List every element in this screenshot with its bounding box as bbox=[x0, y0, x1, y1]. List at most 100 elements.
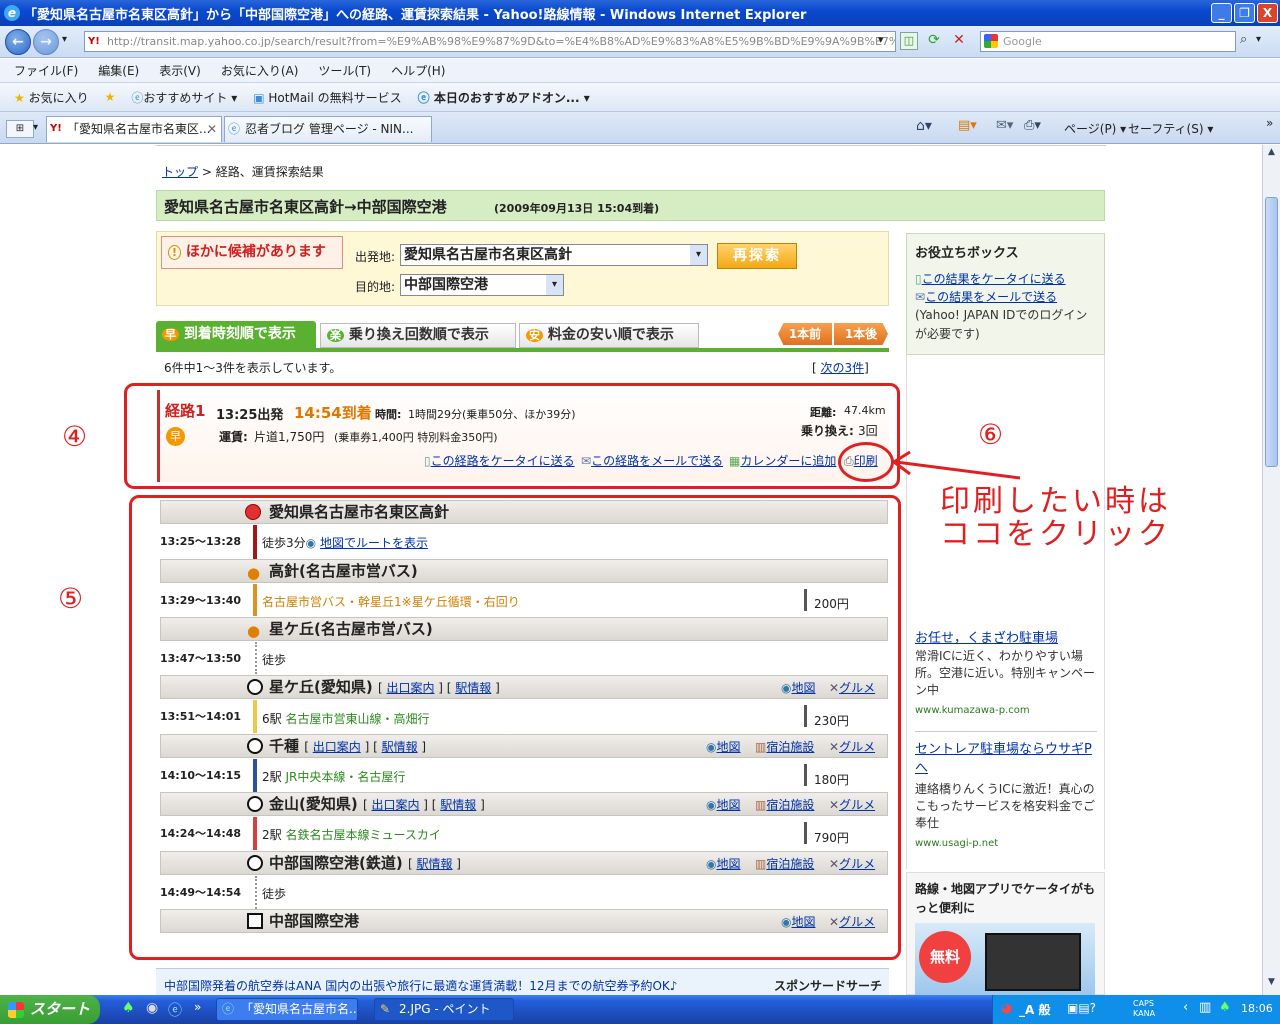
page-menu[interactable]: ページ(P) ▾ bbox=[1064, 120, 1126, 137]
back-icon[interactable]: ← bbox=[5, 29, 31, 55]
lightbulb-icon: ! bbox=[168, 245, 182, 260]
ad1-url[interactable]: www.kumazawa-p.com bbox=[915, 705, 1030, 716]
stop-icon[interactable]: ✕ bbox=[950, 32, 968, 50]
yahoo-favicon-icon: Y! bbox=[88, 36, 100, 47]
research-button[interactable]: 再探索 bbox=[717, 243, 797, 269]
easy-icon: 楽 bbox=[327, 329, 344, 342]
home-icon[interactable]: ⌂▾ bbox=[916, 118, 932, 134]
top-divider bbox=[156, 145, 1106, 149]
tray-app-icon[interactable]: ♠ bbox=[1219, 1000, 1231, 1015]
url-dropdown-icon[interactable]: ▾ bbox=[878, 33, 884, 46]
menu-favorites[interactable]: お気に入り(A) bbox=[221, 62, 299, 79]
tray-expand-icon[interactable]: ‹ bbox=[1183, 1000, 1188, 1015]
cheap-icon: 安 bbox=[526, 329, 543, 342]
mail-icon[interactable]: ✉▾ bbox=[996, 118, 1013, 133]
search-input[interactable]: Google bbox=[980, 31, 1236, 52]
fav-addons[interactable]: ⓔ 本日のおすすめアドオン... ▾ bbox=[418, 89, 590, 106]
quick-tabs-icon[interactable]: ⊞ bbox=[6, 120, 34, 138]
tab-bar: ⊞ ▾ Y! 「愛知県名古屋市名東区... ✕ ⓔ 忍者ブログ 管理ページ - … bbox=[0, 112, 1280, 144]
tab-close-icon[interactable]: ✕ bbox=[207, 117, 217, 141]
ad2-title[interactable]: セントレア駐車場ならウサギPへ bbox=[915, 740, 1103, 778]
tray-security-icon[interactable]: ◕ bbox=[1001, 1001, 1012, 1016]
history-dropdown-icon[interactable]: ▾ bbox=[62, 34, 67, 45]
menu-tools[interactable]: ツール(T) bbox=[318, 62, 371, 79]
to-label: 目的地: bbox=[355, 280, 396, 294]
search-options-icon[interactable]: ▾ bbox=[1256, 34, 1261, 45]
search-icon[interactable]: ⌕ bbox=[1240, 32, 1247, 47]
sidebar-useful-box: お役立ちボックス ▯この結果をケータイに送る ✉この結果をメールで送る (Yah… bbox=[906, 233, 1105, 355]
start-button[interactable]: スタート bbox=[0, 995, 100, 1024]
sidebar-send-mail[interactable]: ✉この結果をメールで送る bbox=[915, 288, 1057, 305]
to-select[interactable]: 中部国際空港 ▾ bbox=[400, 274, 564, 296]
breadcrumb: トップ > 経路、運賃探索結果 bbox=[162, 165, 324, 179]
search-placeholder: Google bbox=[1003, 35, 1042, 48]
refresh-icon[interactable]: ⟳ bbox=[925, 32, 943, 50]
toolbar-overflow-icon[interactable]: » bbox=[1266, 116, 1273, 130]
annotation-label-4: ④ bbox=[62, 420, 88, 453]
fav-recommended-sites[interactable]: ⓔおすすめサイト ▾ bbox=[131, 89, 237, 106]
other-candidates-notice[interactable]: ! ほかに候補があります bbox=[161, 236, 343, 269]
window-titlebar[interactable]: e 「愛知県名古屋市名東区高針」から「中部国際空港」への経路、運賃探索結果 - … bbox=[0, 0, 1280, 26]
forward-icon[interactable]: → bbox=[33, 29, 59, 55]
bottom-ad-text[interactable]: 中部国際発着の航空券はANA 国内の出張や旅行に最適な運賃満載！12月までの航空… bbox=[164, 977, 677, 994]
vertical-scrollbar[interactable]: ▲ ▼ bbox=[1262, 145, 1280, 995]
sidebar-login-note: (Yahoo! JAPAN IDでのログインが必要です) bbox=[915, 308, 1088, 341]
fav-hotmail[interactable]: ▣ HotMail の無料サービス bbox=[253, 89, 401, 106]
sidebar-send-mobile[interactable]: ▯この結果をケータイに送る bbox=[915, 270, 1066, 287]
taskbar-item-ie[interactable]: ⓔ 「愛知県名古屋市名... bbox=[216, 998, 358, 1021]
maximize-button[interactable]: ❐ bbox=[1234, 3, 1255, 23]
menu-bar: ファイル(F) 編集(E) 表示(V) お気に入り(A) ツール(T) ヘルプ(… bbox=[0, 59, 1280, 83]
add-favorite-icon[interactable]: ★ bbox=[105, 90, 116, 104]
compat-view-icon[interactable]: ◫ bbox=[900, 32, 918, 50]
app-promo-banner[interactable]: 無料 bbox=[915, 923, 1095, 996]
safety-menu[interactable]: セーフティ(S) ▾ bbox=[1128, 120, 1213, 137]
taskbar-item-paint[interactable]: ✎ 2.JPG - ペイント bbox=[374, 998, 514, 1021]
quicklaunch-ie-icon[interactable]: ⓔ bbox=[168, 1000, 182, 1020]
scroll-thumb[interactable] bbox=[1265, 197, 1278, 467]
tab-sort-arrival[interactable]: 早 到着時刻順で表示 bbox=[156, 321, 316, 348]
tab-sort-price[interactable]: 安 料金の安い順で表示 bbox=[519, 323, 699, 348]
tab-list-icon[interactable]: ▾ bbox=[33, 122, 38, 133]
quicklaunch-overflow-icon[interactable]: » bbox=[194, 1000, 201, 1014]
from-select[interactable]: 愛知県名古屋市名東区高針 ▾ bbox=[400, 244, 708, 266]
url-input[interactable]: Y! http://transit.map.yahoo.co.jp/search… bbox=[84, 31, 896, 52]
scroll-down-icon[interactable]: ▼ bbox=[1265, 977, 1278, 991]
caps-kana-indicator: CAPS KANA bbox=[1133, 999, 1156, 1018]
ad2-url[interactable]: www.usagi-p.net bbox=[915, 838, 998, 849]
ime-tools-icon[interactable]: ▣▤? bbox=[1067, 1001, 1096, 1015]
minimize-button[interactable]: _ bbox=[1211, 3, 1232, 23]
mobile-icon: ▯ bbox=[915, 272, 922, 286]
bottom-ad[interactable]: 中部国際発着の航空券はANA 国内の出張や旅行に最適な運賃満載！12月までの航空… bbox=[156, 968, 889, 995]
search-panel: ! ほかに候補があります 出発地: 愛知県名古屋市名東区高針 ▾ 再探索 目的地… bbox=[156, 231, 889, 306]
ime-indicator[interactable]: _A 般 bbox=[1019, 1001, 1050, 1018]
menu-file[interactable]: ファイル(F) bbox=[14, 62, 78, 79]
tray-network-icon[interactable]: ▥ bbox=[1199, 1000, 1211, 1015]
close-button[interactable]: X bbox=[1257, 3, 1278, 23]
tab-ninja-blog[interactable]: ⓔ 忍者ブログ 管理ページ - NIN... bbox=[224, 116, 432, 142]
menu-edit[interactable]: 編集(E) bbox=[98, 62, 139, 79]
ie-page-icon: ⓔ bbox=[417, 90, 430, 105]
feeds-icon[interactable]: ▤▾ bbox=[958, 118, 977, 133]
annotation-box-4 bbox=[124, 383, 900, 489]
print-toolbar-icon[interactable]: ⎙▾ bbox=[1024, 118, 1041, 133]
breadcrumb-top-link[interactable]: トップ bbox=[162, 165, 198, 179]
yahoo-favicon-icon: Y! bbox=[50, 123, 62, 134]
next-page-link[interactable]: [ 次の3件] bbox=[812, 359, 869, 376]
menu-view[interactable]: 表示(V) bbox=[159, 62, 201, 79]
tab-sort-transfers[interactable]: 楽 乗り換え回数順で表示 bbox=[320, 323, 516, 348]
menu-help[interactable]: ヘルプ(H) bbox=[391, 62, 445, 79]
tab-yahoo-route[interactable]: Y! 「愛知県名古屋市名東区... ✕ bbox=[46, 116, 222, 142]
prev-route-button[interactable]: 1本前 bbox=[778, 323, 832, 345]
next-route-button[interactable]: 1本後 bbox=[834, 323, 888, 345]
sidebar-app-promo[interactable]: 路線・地図アプリでケータイがもっと便利に 無料 bbox=[906, 872, 1105, 996]
from-label: 出発地: bbox=[355, 250, 396, 264]
scroll-up-icon[interactable]: ▲ bbox=[1265, 147, 1278, 161]
favorites-button[interactable]: ★ お気に入り bbox=[14, 89, 89, 106]
ad1-title[interactable]: お任せ，くまざわ駐車場 bbox=[915, 627, 1101, 646]
early-icon: 早 bbox=[162, 328, 179, 341]
paint-icon: ✎ bbox=[380, 1002, 391, 1016]
quicklaunch-icon[interactable]: ♠ bbox=[122, 1000, 135, 1016]
quicklaunch-media-icon[interactable]: ◉ bbox=[146, 1000, 158, 1016]
clock: 18:06 bbox=[1241, 1002, 1273, 1015]
ie-icon: ⓔ bbox=[222, 1002, 235, 1016]
